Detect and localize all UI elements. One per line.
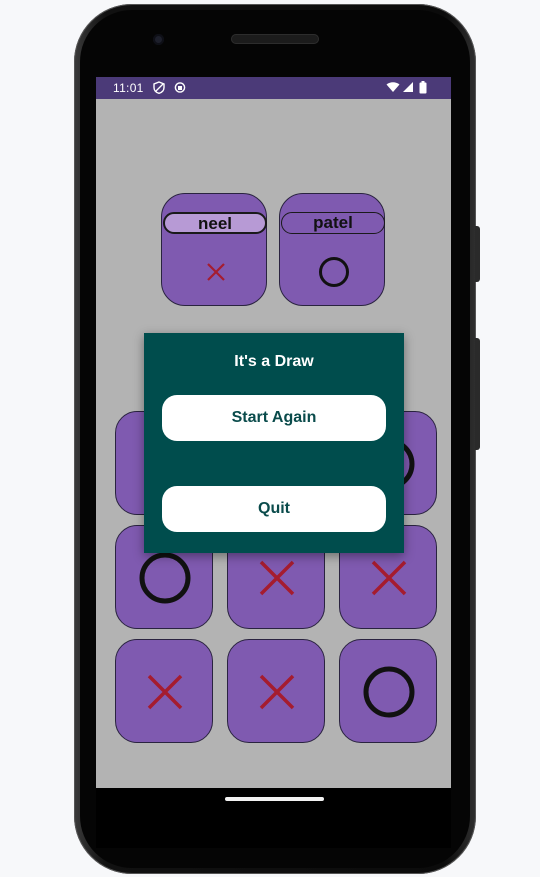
shield-icon bbox=[153, 81, 165, 97]
x-mark-icon bbox=[259, 560, 295, 596]
board-cell-r3c2[interactable] bbox=[227, 639, 325, 743]
player-one-name: neel bbox=[163, 212, 267, 234]
x-mark-icon bbox=[371, 560, 407, 596]
volume-button bbox=[475, 338, 480, 450]
home-gesture-bar[interactable] bbox=[225, 797, 324, 801]
x-mark-icon bbox=[259, 674, 295, 710]
player-one-x-icon bbox=[207, 263, 225, 281]
player-two-o-icon bbox=[319, 257, 349, 287]
app-screen: 11:01 neel patel It's a Draw Start Again… bbox=[96, 77, 451, 788]
status-bar: 11:01 bbox=[96, 77, 451, 99]
board-cell-r3c1[interactable] bbox=[115, 639, 213, 743]
board-cell-r3c3[interactable] bbox=[339, 639, 437, 743]
battery-icon bbox=[419, 81, 427, 97]
player-two-card: patel bbox=[279, 193, 385, 306]
x-mark-icon bbox=[147, 674, 183, 710]
draw-dialog: It's a Draw Start Again Quit bbox=[144, 333, 404, 553]
front-camera bbox=[153, 34, 164, 45]
player-two-name: patel bbox=[281, 212, 385, 234]
wifi-icon bbox=[386, 81, 400, 96]
player-one-card: neel bbox=[161, 193, 267, 306]
o-mark-icon bbox=[139, 552, 191, 604]
sync-icon bbox=[174, 81, 186, 97]
start-again-button[interactable]: Start Again bbox=[162, 395, 386, 441]
navigation-bar bbox=[96, 788, 451, 848]
signal-icon bbox=[402, 81, 414, 96]
dialog-title: It's a Draw bbox=[234, 353, 314, 370]
status-time: 11:01 bbox=[113, 81, 144, 95]
quit-button[interactable]: Quit bbox=[162, 486, 386, 532]
earpiece-speaker bbox=[231, 34, 319, 44]
o-mark-icon bbox=[363, 666, 415, 718]
power-button bbox=[475, 226, 480, 282]
